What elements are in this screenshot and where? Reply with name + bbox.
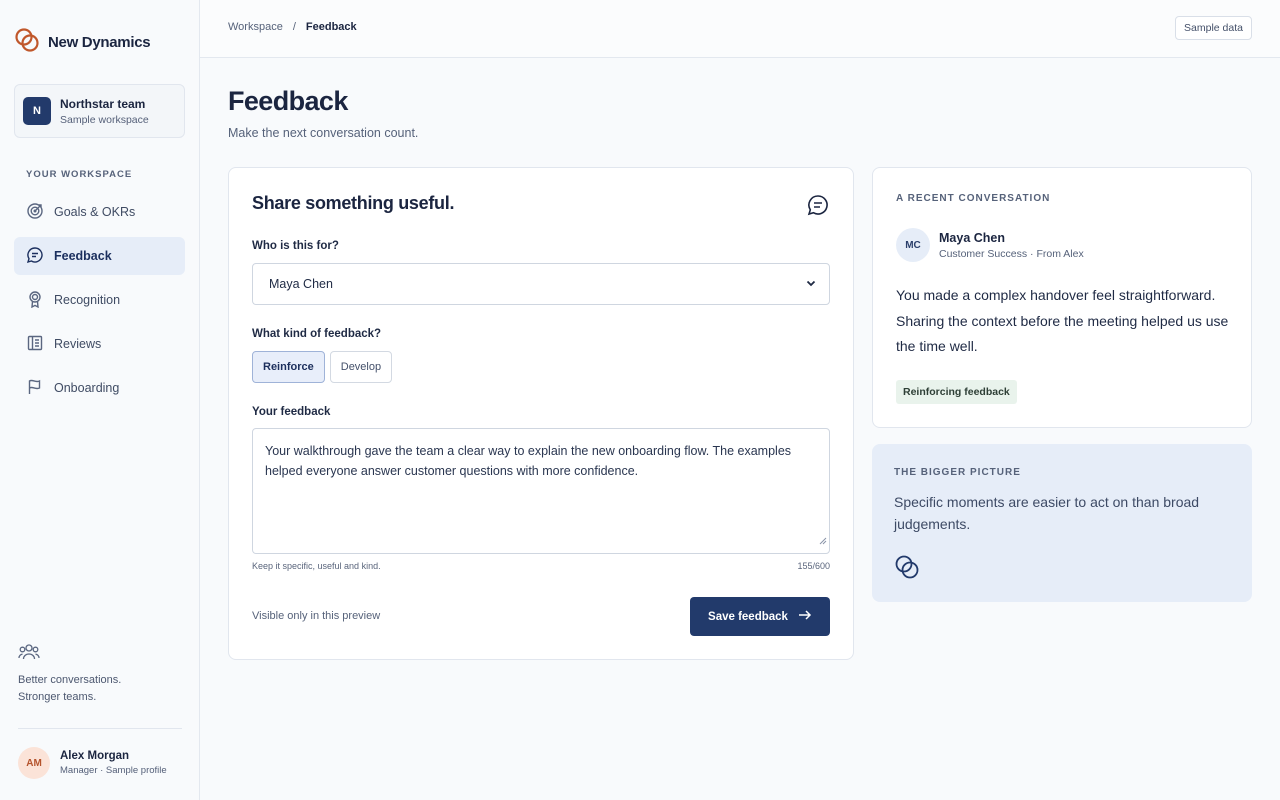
- team-subtitle: Sample workspace: [60, 113, 149, 126]
- brand-name: New Dynamics: [48, 34, 151, 51]
- sidebar-item-label: Reviews: [54, 337, 102, 351]
- flag-icon: [26, 378, 44, 399]
- form-title: Share something useful.: [252, 193, 455, 213]
- save-button-label: Save feedback: [708, 610, 788, 623]
- status-badge: Reinforcing feedback: [896, 380, 1017, 404]
- sidebar-item-recognition[interactable]: Recognition: [14, 281, 185, 319]
- people-icon: [18, 642, 40, 667]
- visibility-note: Visible only in this preview: [252, 610, 381, 622]
- feedback-label: Your feedback: [252, 406, 331, 418]
- profile[interactable]: AM Alex Morgan Manager · Sample profile: [18, 747, 167, 779]
- recipient-select[interactable]: Maya Chen: [252, 263, 830, 305]
- sidebar-item-label: Recognition: [54, 293, 121, 307]
- person-name: Maya Chen: [939, 230, 1005, 245]
- team-avatar: N: [23, 97, 51, 125]
- recent-eyebrow: A RECENT CONVERSATION: [896, 193, 1051, 204]
- sidebar-item-onboarding[interactable]: Onboarding: [14, 369, 185, 407]
- chat-bubble-icon: [26, 246, 44, 267]
- sidebar-item-feedback[interactable]: Feedback: [14, 237, 185, 275]
- character-counter: 155/600: [797, 561, 830, 571]
- breadcrumb-current: Feedback: [305, 21, 357, 33]
- page-subtitle: Make the next conversation count.: [228, 126, 419, 140]
- linked-circles-icon: [894, 554, 920, 585]
- conversation-person: MC Maya Chen Customer Success · From Ale…: [896, 228, 1084, 262]
- resize-handle-icon[interactable]: [819, 531, 827, 551]
- sidebar: New Dynamics N Northstar team Sample wor…: [0, 0, 200, 800]
- develop-option[interactable]: Develop: [329, 351, 393, 383]
- recipient-value: Maya Chen: [269, 277, 333, 291]
- recent-conversation-card: A RECENT CONVERSATION MC Maya Chen Custo…: [872, 167, 1252, 428]
- brand-logo-icon: [14, 27, 40, 58]
- bigger-eyebrow: THE BIGGER PICTURE: [894, 467, 1021, 478]
- chevron-down-icon: [805, 277, 817, 292]
- reinforce-option[interactable]: Reinforce: [252, 351, 325, 383]
- arrow-right-icon: [798, 609, 812, 624]
- brand[interactable]: New Dynamics: [14, 27, 151, 58]
- target-icon: [26, 202, 44, 223]
- divider: [18, 728, 182, 729]
- document-icon: [26, 334, 44, 355]
- bigger-text: Specific moments are easier to act on th…: [894, 494, 1200, 532]
- sidebar-item-label: Feedback: [54, 249, 112, 263]
- profile-name: Alex Morgan: [60, 750, 130, 762]
- breadcrumb-item[interactable]: Workspace: [228, 21, 283, 33]
- feedback-textarea[interactable]: Your walkthrough gave the team a clear w…: [252, 428, 830, 554]
- breadcrumb-separator: /: [292, 21, 296, 33]
- tagline-line: Stronger teams.: [18, 691, 97, 703]
- sidebar-item-reviews[interactable]: Reviews: [14, 325, 185, 363]
- top-bar: Workspace / Feedback Sample data: [200, 0, 1280, 58]
- feedback-kind-toggle: Reinforce Develop: [252, 351, 393, 383]
- kind-label: What kind of feedback?: [252, 328, 382, 340]
- sidebar-nav: Goals & OKRs Feedback Recognition Review…: [14, 193, 185, 413]
- team-name: Northstar team: [60, 96, 146, 111]
- sample-data-button[interactable]: Sample data: [1175, 16, 1252, 40]
- conversation-quote: You made a complex handover feel straigh…: [896, 287, 1229, 354]
- tagline: Better conversations. Stronger teams.: [18, 672, 121, 706]
- feedback-hint: Keep it specific, useful and kind.: [252, 561, 381, 571]
- recipient-label: Who is this for?: [252, 240, 339, 252]
- avatar: MC: [896, 228, 930, 262]
- profile-role: Manager · Sample profile: [60, 765, 167, 776]
- save-feedback-button[interactable]: Save feedback: [690, 597, 830, 636]
- sidebar-item-label: Onboarding: [54, 381, 120, 395]
- sidebar-item-goals[interactable]: Goals & OKRs: [14, 193, 185, 231]
- chat-bubble-icon: [807, 194, 829, 221]
- bigger-picture-card: THE BIGGER PICTURE Specific moments are …: [872, 444, 1252, 602]
- breadcrumb: Workspace / Feedback: [228, 21, 357, 33]
- page-title: Feedback: [228, 86, 348, 116]
- person-meta: Customer Success · From Alex: [939, 247, 1084, 260]
- award-icon: [26, 290, 44, 311]
- team-switcher[interactable]: N Northstar team Sample workspace: [14, 84, 185, 138]
- sidebar-item-label: Goals & OKRs: [54, 205, 136, 219]
- feedback-text: Your walkthrough gave the team a clear w…: [265, 444, 792, 478]
- tagline-line: Better conversations.: [18, 674, 122, 686]
- feedback-form-card: Share something useful. Who is this for?…: [228, 167, 854, 660]
- avatar: AM: [18, 747, 50, 779]
- section-label: YOUR WORKSPACE: [26, 169, 133, 180]
